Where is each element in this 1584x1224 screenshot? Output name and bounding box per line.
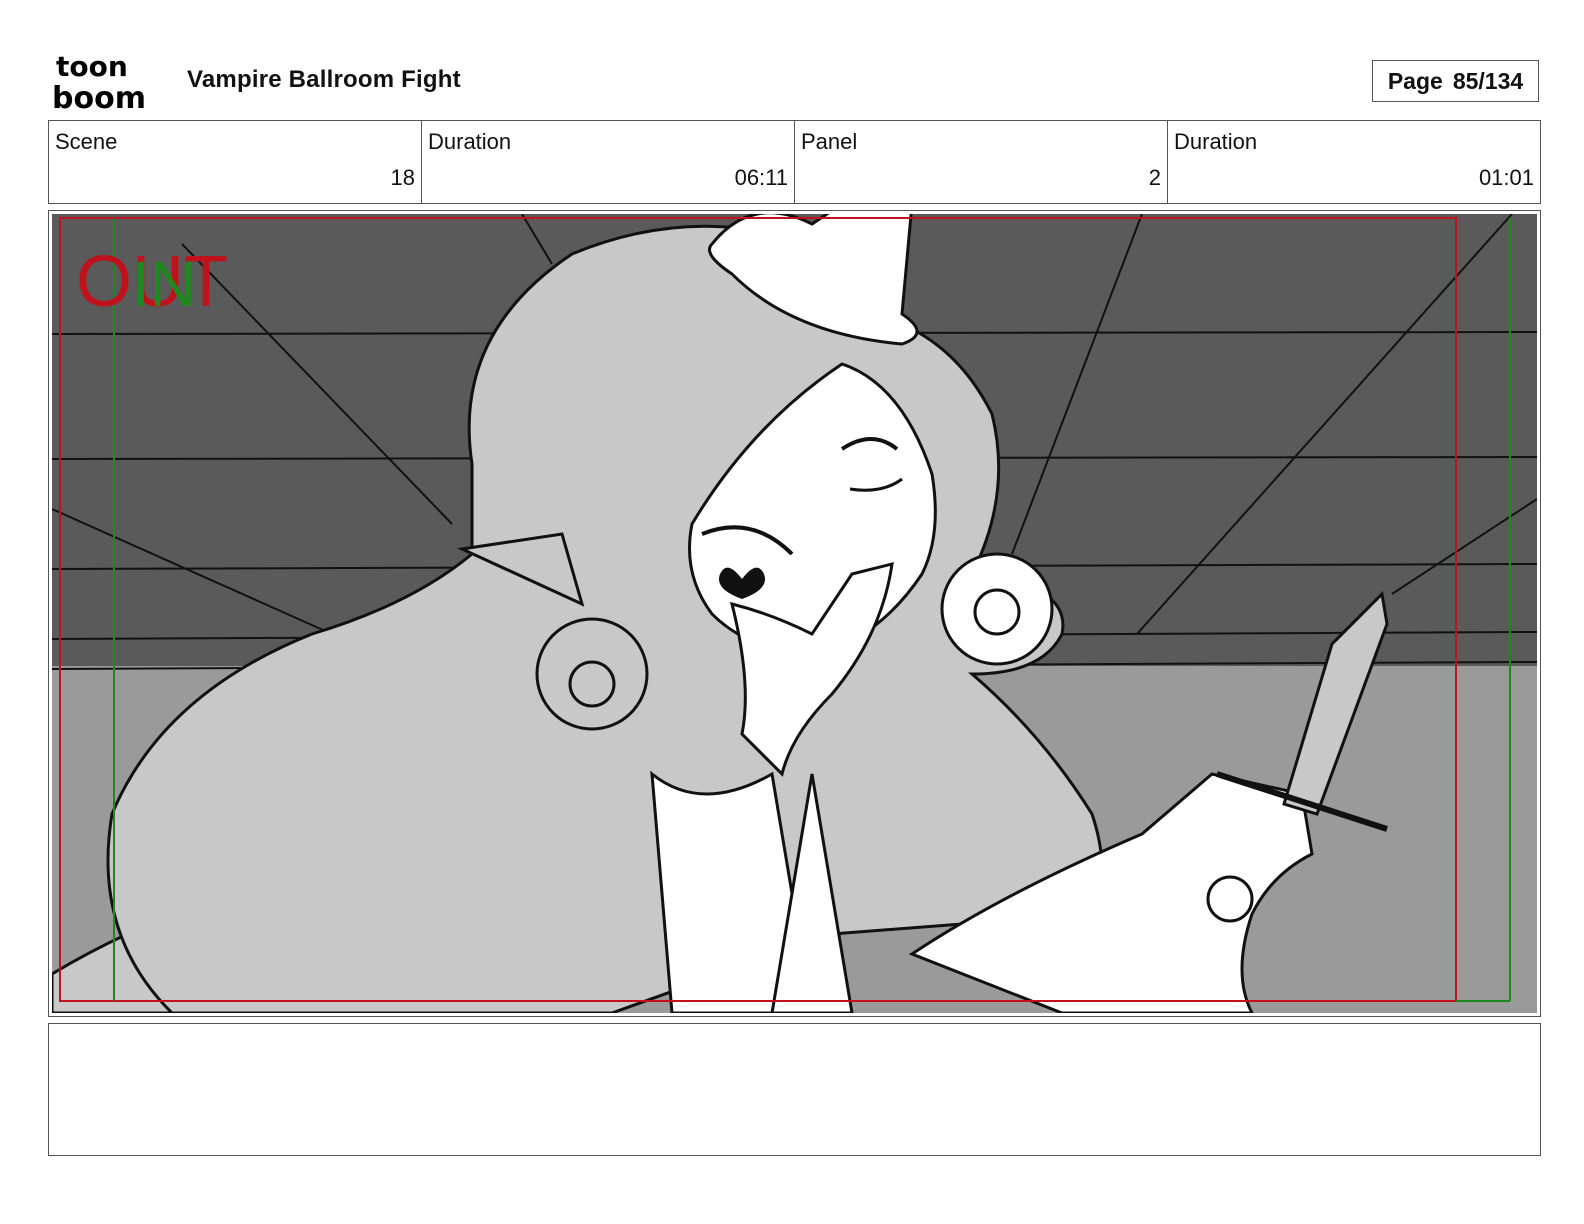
toon-boom-logo: toon boom [52,52,146,112]
info-cell-panel: Panel 2 [795,121,1168,203]
info-label: Panel [801,129,858,154]
info-cell-panel-duration: Duration 01:01 [1168,121,1540,203]
info-value: 01:01 [1478,165,1534,190]
page-label: Page [1387,67,1443,94]
in-label: IN [132,248,196,320]
project-title: Vampire Ballroom Fight [187,66,461,93]
page-indicator: Page 85/134 [1372,60,1539,102]
info-value: 18 [390,165,415,190]
info-value: 06:11 [734,165,788,190]
logo-text-top: toon [56,52,128,83]
panel-notes-box [48,1023,1541,1156]
info-label: Duration [1174,129,1258,154]
info-value: 2 [1148,165,1161,190]
storyboard-panel: OUT IN [48,210,1541,1017]
info-cell-scene: Scene 18 [49,121,422,203]
page-value: 85/134 [1452,67,1524,94]
logo-text-bottom: boom [52,81,146,112]
panel-info-bar: Scene 18 Duration 06:11 Panel 2 Duration… [48,120,1541,204]
info-label: Duration [428,129,512,154]
info-label: Scene [55,129,118,154]
info-cell-scene-duration: Duration 06:11 [422,121,795,203]
panel-drawing: OUT IN [52,214,1537,1013]
